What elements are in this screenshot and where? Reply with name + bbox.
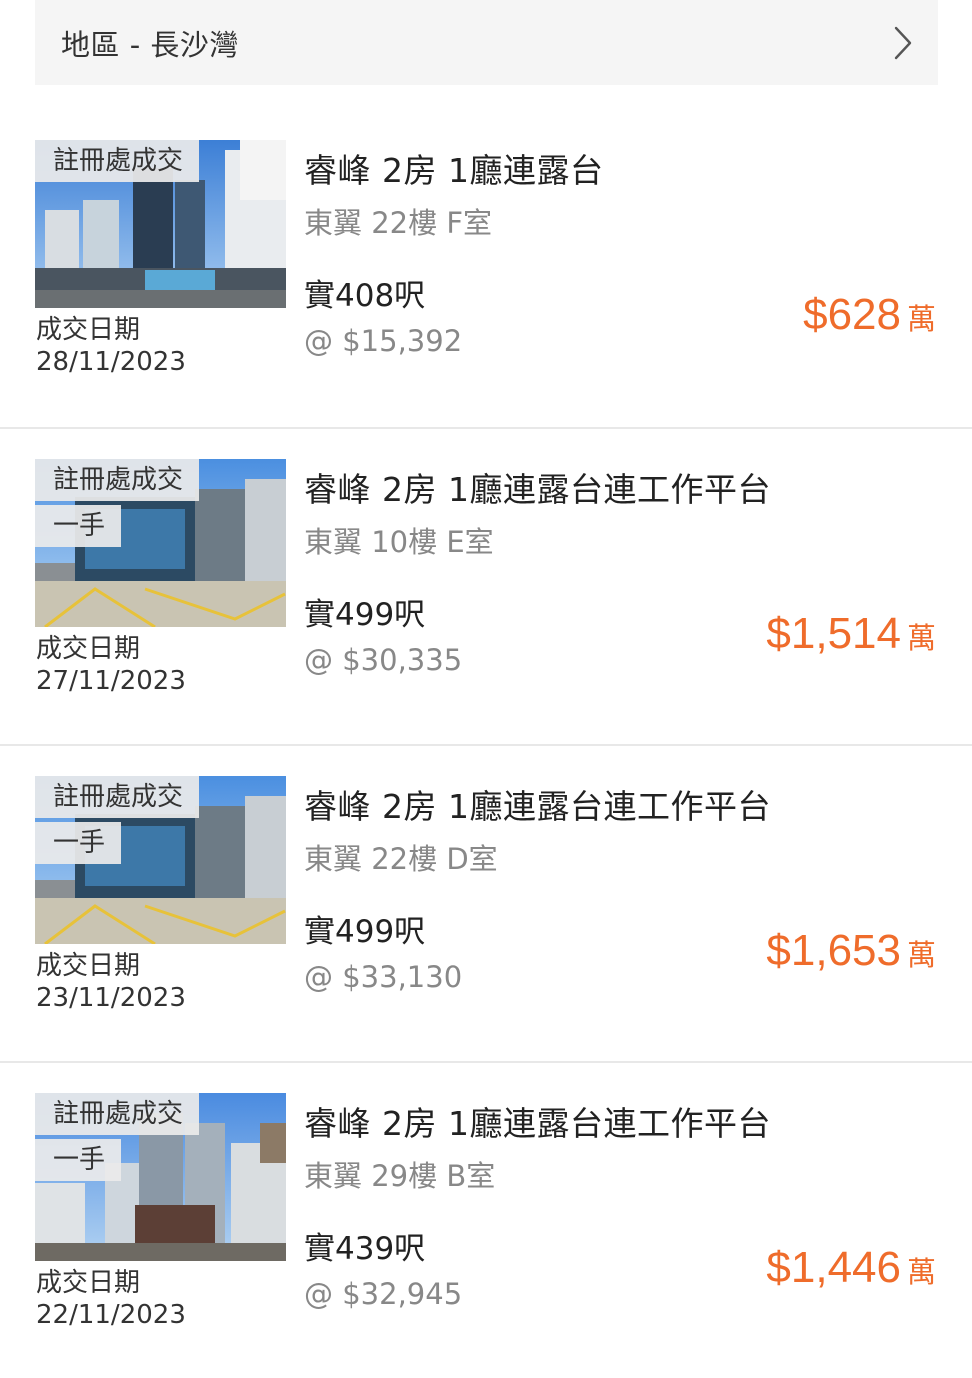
transaction-row[interactable]: 註冊處成交 一手 成交日期 22/11/2023 睿峰 2房 1廳連露台連工作平…: [0, 1061, 972, 1378]
price-per-sqft: @ $30,335: [304, 643, 463, 677]
first-hand-tag: 一手: [35, 822, 122, 864]
price-per-sqft: @ $32,945: [304, 1277, 463, 1311]
region-filter-bar[interactable]: 地區 - 長沙灣: [35, 0, 938, 85]
price-amount: $1,446: [766, 1243, 901, 1292]
property-photo: 註冊處成交 一手: [35, 1093, 286, 1261]
unit-location: 東翼 29樓 B室: [304, 1159, 496, 1193]
property-photo: 註冊處成交 一手: [35, 776, 286, 944]
unit-location: 東翼 10樓 E室: [304, 525, 494, 559]
price-per-sqft: @ $15,392: [304, 324, 463, 358]
registry-transaction-tag: 註冊處成交: [35, 140, 200, 182]
transaction-date: 27/11/2023: [36, 666, 186, 696]
transaction-date-label: 成交日期: [36, 315, 141, 345]
listing-title: 睿峰 2房 1廳連露台連工作平台: [304, 470, 771, 509]
price-unit: 萬: [906, 1255, 936, 1289]
registry-transaction-tag: 註冊處成交: [35, 459, 200, 501]
transaction-date: 28/11/2023: [36, 347, 186, 377]
price-amount: $1,514: [766, 609, 901, 658]
property-photo: 註冊處成交: [35, 140, 286, 308]
transaction-date: 22/11/2023: [36, 1300, 186, 1330]
transaction-date-label: 成交日期: [36, 951, 141, 981]
transaction-date-block: 成交日期 27/11/2023: [36, 633, 186, 697]
price-unit: 萬: [906, 302, 936, 336]
transaction-row[interactable]: 註冊處成交 一手 成交日期 23/11/2023 睿峰 2房 1廳連露台連工作平…: [0, 744, 972, 1061]
registry-transaction-tag: 註冊處成交: [35, 776, 200, 818]
listing-title: 睿峰 2房 1廳連露台連工作平台: [304, 787, 771, 826]
price-unit: 萬: [906, 938, 936, 972]
saleable-area: 實499呎: [304, 597, 426, 633]
transaction-price: $1,653 萬: [766, 926, 936, 976]
saleable-area: 實408呎: [304, 278, 426, 314]
chevron-right-icon: [892, 25, 914, 61]
listing-title: 睿峰 2房 1廳連露台連工作平台: [304, 1104, 771, 1143]
price-per-sqft: @ $33,130: [304, 960, 463, 994]
transaction-date-block: 成交日期 28/11/2023: [36, 314, 186, 378]
price-amount: $628: [803, 290, 901, 339]
transaction-date-block: 成交日期 23/11/2023: [36, 950, 186, 1014]
region-filter-label: 地區 - 長沙灣: [61, 27, 239, 62]
transaction-date: 23/11/2023: [36, 983, 186, 1013]
registry-transaction-tag: 註冊處成交: [35, 1093, 200, 1135]
price-unit: 萬: [906, 621, 936, 655]
first-hand-tag: 一手: [35, 1139, 122, 1181]
property-photo: 註冊處成交 一手: [35, 459, 286, 627]
transaction-price: $628 萬: [803, 290, 936, 340]
saleable-area: 實499呎: [304, 914, 426, 950]
price-amount: $1,653: [766, 926, 901, 975]
transaction-price: $1,514 萬: [766, 609, 936, 659]
unit-location: 東翼 22樓 F室: [304, 206, 493, 240]
listing-title: 睿峰 2房 1廳連露台: [304, 151, 604, 190]
transaction-date-block: 成交日期 22/11/2023: [36, 1267, 186, 1331]
saleable-area: 實439呎: [304, 1231, 426, 1267]
transaction-row[interactable]: 註冊處成交 一手 成交日期 27/11/2023 睿峰 2房 1廳連露台連工作平…: [0, 427, 972, 744]
transaction-list: 註冊處成交 成交日期 28/11/2023 睿峰 2房 1廳連露台 東翼 22樓…: [0, 110, 972, 1378]
unit-location: 東翼 22樓 D室: [304, 842, 498, 876]
transaction-price: $1,446 萬: [766, 1243, 936, 1293]
transaction-date-label: 成交日期: [36, 634, 141, 664]
transaction-row[interactable]: 註冊處成交 成交日期 28/11/2023 睿峰 2房 1廳連露台 東翼 22樓…: [0, 110, 972, 427]
transaction-date-label: 成交日期: [36, 1268, 141, 1298]
first-hand-tag: 一手: [35, 505, 122, 547]
